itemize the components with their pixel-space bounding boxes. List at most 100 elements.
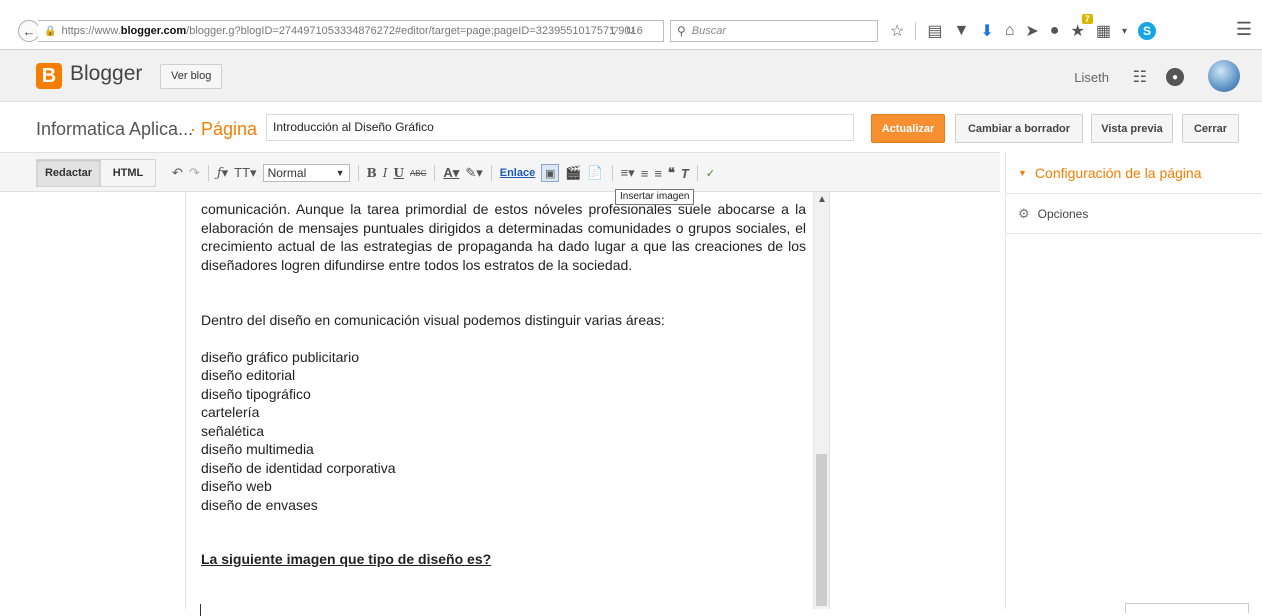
options-label: Opciones (1037, 206, 1089, 221)
divider (611, 165, 613, 181)
page-settings-heading[interactable]: ▼ Configuración de la página (1006, 152, 1262, 194)
url-path: /blogger.g?blogID=2744971053334876272#ed… (186, 25, 643, 37)
home-icon[interactable]: ⌂ (1005, 22, 1015, 40)
post-title-bar: Informatica Aplica... · Página Introducc… (0, 102, 1262, 152)
chevron-down-icon: ▼ (1018, 167, 1027, 178)
blog-name[interactable]: Informatica Aplica... (36, 119, 193, 140)
preview-button[interactable]: Vista previa (1091, 114, 1173, 143)
page-label-text: Página (201, 119, 258, 139)
blogger-header: B Blogger Ver blog Liseth ☷ ● (0, 50, 1262, 102)
underline-icon[interactable]: U (393, 166, 403, 180)
highlight-icon[interactable]: ✎▾ (465, 165, 482, 181)
insert-video-icon[interactable]: 🎬 (565, 165, 581, 181)
formatting-tools: ↶ ↷ ƒ▾ TT▾ Normal ▼ B I U ABC A▾ ✎▾ Enlac… (172, 160, 715, 186)
list-item: diseño tipográfico (201, 385, 311, 402)
search-input[interactable]: ⚲ Buscar (670, 20, 878, 42)
url-host: blogger.com (120, 25, 187, 37)
page-label: · Página (190, 119, 257, 140)
revert-to-draft-button[interactable]: Cambiar a borrador (955, 114, 1083, 143)
insert-image-tooltip: Insertar imagen (615, 189, 695, 205)
send-icon[interactable]: ➤ (1025, 21, 1038, 41)
options-item[interactable]: ⚙ Opciones (1006, 194, 1262, 234)
view-blog-button[interactable]: Ver blog (160, 64, 223, 89)
divider (915, 22, 917, 40)
strikethrough-icon[interactable]: ABC (410, 169, 426, 178)
list-item: diseño gráfico publicitario (201, 348, 359, 365)
compose-editor[interactable]: comunicación. Aunque la tarea primordial… (185, 192, 830, 609)
bold-icon[interactable]: B (367, 166, 377, 180)
skype-icon[interactable]: S (1137, 22, 1156, 40)
user-name[interactable]: Liseth (1074, 70, 1109, 85)
back-arrow-icon: ← (22, 23, 36, 39)
divider (357, 165, 359, 181)
quote-icon[interactable]: ❝ (668, 165, 675, 181)
avatar[interactable] (1208, 60, 1240, 92)
paragraph: comunicación. Aunque la tarea primordial… (201, 201, 806, 273)
page-title-input[interactable]: Introducción al Diseño Gráfico (266, 114, 854, 141)
scroll-thumb[interactable] (816, 454, 827, 606)
page-settings-heading-text: Configuración de la página (1034, 164, 1202, 181)
divider (207, 165, 209, 181)
text-color-icon[interactable]: A▾ (443, 165, 459, 181)
browser-toolbar: ← 🔒 https://www. blogger.com/blogger.g?bl… (0, 0, 1262, 50)
tab-html[interactable]: HTML (100, 159, 156, 187)
bullet-list-icon[interactable]: ≡ (654, 166, 662, 181)
close-button[interactable]: Cerrar (1182, 114, 1239, 143)
spellcheck-icon[interactable]: ✓ (706, 167, 715, 180)
question-heading: La siguiente imagen que tipo de diseño e… (201, 551, 492, 567)
font-size-icon[interactable]: TT▾ (234, 165, 256, 181)
undo-icon[interactable]: ↶ (172, 165, 183, 181)
download-icon[interactable]: ⬇ (980, 21, 993, 41)
reload-icon[interactable]: ↻ (626, 25, 635, 37)
style-select-value: Normal (267, 166, 307, 180)
insert-image-icon[interactable]: ▣ (541, 164, 560, 182)
paragraph-style-select[interactable]: Normal ▼ (262, 164, 350, 182)
menu-icon[interactable]: ☰ (1236, 19, 1252, 40)
search-placeholder: Buscar (691, 25, 727, 37)
list-item: diseño multimedia (201, 441, 314, 457)
pocket-icon[interactable]: ▼ (953, 22, 969, 40)
font-family-icon[interactable]: ƒ▾ (217, 166, 228, 181)
list-item: cartelería (201, 404, 260, 420)
italic-icon[interactable]: I (383, 166, 388, 180)
lock-icon: 🔒 (44, 25, 57, 37)
divider (490, 165, 492, 181)
gear-icon: ⚙ (1018, 205, 1030, 221)
apps-grid-icon[interactable]: ☷ (1133, 67, 1147, 87)
list-item: diseño editorial (201, 367, 296, 383)
numbered-list-icon[interactable]: ≡ (641, 166, 649, 181)
addon-icon[interactable]: ★ 7 (1070, 14, 1093, 41)
search-icon: ⚲ (677, 24, 686, 38)
clipboard-icon[interactable]: ▦ (1096, 21, 1111, 41)
update-button[interactable]: Actualizar (871, 114, 945, 143)
brand-name[interactable]: Blogger (70, 62, 142, 86)
divider (434, 165, 436, 181)
redo-icon[interactable]: ↷ (189, 165, 200, 181)
jump-break-icon[interactable]: 📄 (587, 165, 603, 181)
remove-formatting-icon[interactable]: T (681, 166, 689, 181)
back-button[interactable]: ← (18, 20, 40, 42)
blogger-logo-icon[interactable]: B (36, 63, 62, 89)
list-item: diseño web (201, 478, 272, 494)
link-button[interactable]: Enlace (500, 167, 535, 179)
address-bar[interactable]: 🔒 https://www. blogger.com/blogger.g?blog… (38, 20, 664, 42)
list-item: diseño de identidad corporativa (201, 459, 396, 476)
scroll-up-icon[interactable]: ▲ (817, 194, 827, 205)
chat-icon[interactable]: ● (1050, 22, 1060, 40)
document-body[interactable]: comunicación. Aunque la tarea primordial… (201, 200, 806, 569)
notifications-icon[interactable]: ● (1166, 68, 1184, 86)
editor-scrollbar[interactable]: ▲ (813, 192, 829, 609)
bookmark-star-icon[interactable]: ☆ (890, 21, 904, 41)
align-icon[interactable]: ≡▾ (621, 165, 635, 181)
separator: · (190, 119, 196, 139)
editor-toolbar: Redactar HTML ↶ ↷ ƒ▾ TT▾ Normal ▼ B I U A… (0, 152, 1000, 192)
dropdown-icon[interactable]: ▽ (610, 25, 618, 37)
bookmarks-list-icon[interactable]: ▤ (927, 21, 942, 41)
browser-icons: ☆ ▤ ▼ ⬇ ⌂ ➤ ● ★ 7 ▦ ▾ S (890, 14, 1156, 43)
paragraph: Dentro del diseño en comunicación visual… (201, 312, 665, 328)
addon-dropdown-icon[interactable]: ▾ (1122, 26, 1127, 37)
tab-compose[interactable]: Redactar (36, 159, 101, 187)
text-cursor (200, 604, 201, 616)
